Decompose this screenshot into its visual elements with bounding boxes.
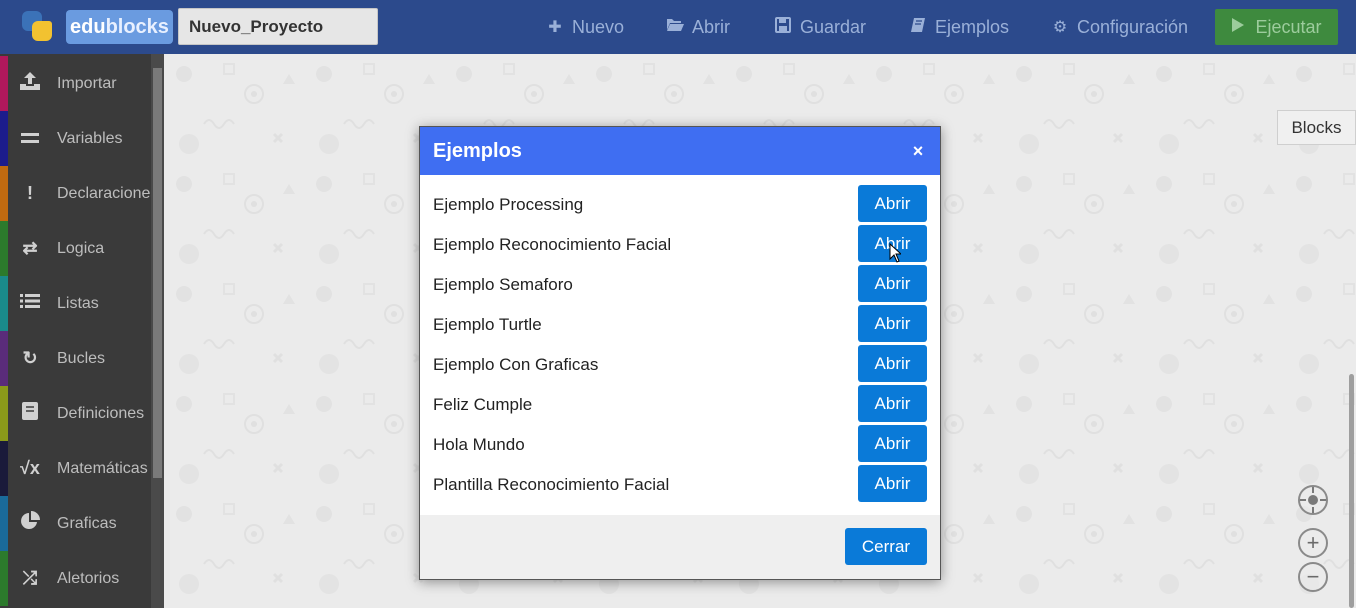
mouse-cursor-icon xyxy=(889,243,901,263)
list-item: Ejemplo Turtle Abrir xyxy=(420,305,940,345)
list-item: Plantilla Reconocimiento Facial Abrir xyxy=(420,465,940,505)
open-example-button[interactable]: Abrir xyxy=(858,385,927,422)
open-example-button[interactable]: Abrir xyxy=(858,265,927,302)
dialog-header: Ejemplos × xyxy=(420,127,940,175)
example-name: Hola Mundo xyxy=(433,435,525,454)
list-item: Ejemplo Reconocimiento Facial Abrir xyxy=(420,225,940,265)
list-item: Ejemplo Con Graficas Abrir xyxy=(420,345,940,385)
example-name: Ejemplo Turtle xyxy=(433,315,542,334)
close-icon[interactable]: × xyxy=(910,141,926,161)
dialog-footer: Cerrar xyxy=(420,515,940,579)
dialog-title: Ejemplos xyxy=(433,139,522,162)
list-item: Ejemplo Processing Abrir xyxy=(420,185,940,225)
example-name: Ejemplo Con Graficas xyxy=(433,355,599,374)
list-item: Ejemplo Semaforo Abrir xyxy=(420,265,940,305)
example-name: Feliz Cumple xyxy=(433,395,533,414)
examples-dialog: Ejemplos × Ejemplo Processing Abrir Ejem… xyxy=(419,126,941,580)
open-example-button[interactable]: Abrir xyxy=(858,465,927,502)
open-example-button[interactable]: Abrir xyxy=(858,305,927,342)
open-example-button[interactable]: Abrir xyxy=(858,425,927,462)
list-item: Hola Mundo Abrir xyxy=(420,425,940,465)
open-example-button[interactable]: Abrir xyxy=(858,345,927,382)
example-name: Ejemplo Semaforo xyxy=(433,275,573,294)
open-example-button[interactable]: Abrir xyxy=(858,185,927,222)
close-dialog-button[interactable]: Cerrar xyxy=(845,528,927,565)
example-name: Ejemplo Processing xyxy=(433,195,584,214)
example-name: Ejemplo Reconocimiento Facial xyxy=(433,235,672,254)
list-item: Feliz Cumple Abrir xyxy=(420,385,940,425)
example-name: Plantilla Reconocimiento Facial xyxy=(433,475,670,494)
